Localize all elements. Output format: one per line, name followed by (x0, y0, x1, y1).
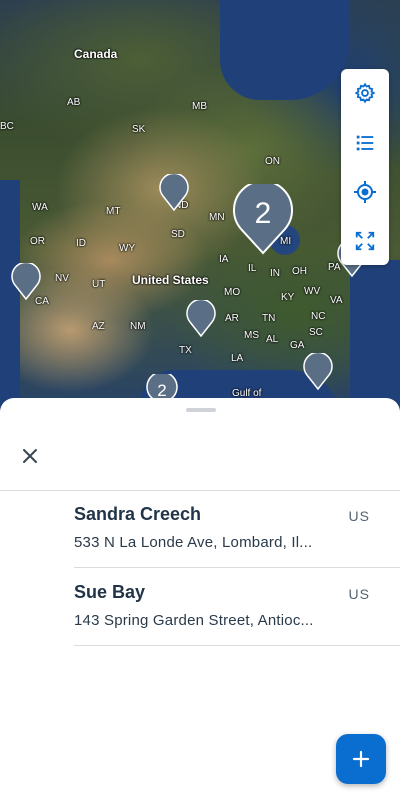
list-button[interactable] (341, 119, 389, 167)
close-icon (23, 449, 37, 463)
atlantic-ocean (350, 260, 400, 420)
drag-handle[interactable] (186, 408, 216, 412)
item-name: Sue Bay (74, 582, 146, 602)
cluster-count: 2 (254, 197, 272, 230)
label-in: IN (270, 268, 280, 279)
list-icon (356, 135, 374, 151)
label-la: LA (231, 353, 244, 364)
label-ia: IA (219, 254, 229, 265)
locate-icon (354, 181, 376, 203)
item-country: US (348, 508, 370, 524)
label-mb: MB (192, 101, 207, 112)
map-pin[interactable] (303, 353, 333, 391)
list-item[interactable]: Sandra Creech 533 N La Londe Ave, Lombar… (74, 490, 400, 568)
close-button[interactable] (18, 444, 42, 468)
hudson-bay (220, 0, 350, 100)
label-ms: MS (244, 330, 259, 341)
item-address: 533 N La Londe Ave, Lombard, Il... (74, 534, 313, 551)
label-mt: MT (106, 206, 121, 217)
label-or: OR (30, 236, 45, 247)
label-az: AZ (92, 321, 105, 332)
locate-button[interactable] (341, 168, 389, 216)
map-pin[interactable] (186, 300, 216, 338)
label-united-states: United States (132, 273, 209, 287)
label-id: ID (76, 238, 86, 249)
item-country: US (348, 586, 370, 602)
map-pin[interactable] (159, 174, 189, 212)
label-nc: NC (311, 311, 326, 322)
plus-icon (352, 750, 370, 768)
item-address: 143 Spring Garden Street, Antioc... (74, 612, 314, 629)
label-ab: AB (67, 97, 81, 108)
map-view[interactable]: Canada United States Gulf of AB MB SK BC… (0, 0, 400, 420)
label-tx: TX (179, 345, 192, 356)
label-mn: MN (209, 212, 225, 223)
label-sk: SK (132, 124, 146, 135)
label-ut: UT (92, 279, 106, 290)
label-wy: WY (119, 243, 136, 254)
label-ar: AR (225, 313, 239, 324)
label-mo: MO (224, 287, 241, 298)
label-oh: OH (292, 266, 307, 277)
label-on: ON (265, 156, 280, 167)
label-tn: TN (262, 313, 276, 324)
label-va: VA (330, 295, 343, 306)
map-pin[interactable] (11, 263, 41, 301)
add-button[interactable] (336, 734, 386, 784)
label-sd: SD (171, 229, 185, 240)
label-nm: NM (130, 321, 146, 332)
label-nv: NV (55, 273, 69, 284)
fit-view-button[interactable] (341, 217, 389, 265)
expand-icon (355, 231, 375, 251)
label-ky: KY (281, 292, 295, 303)
cluster-pin[interactable]: 2 (232, 184, 294, 256)
label-il: IL (248, 263, 257, 274)
item-name: Sandra Creech (74, 504, 202, 524)
label-ga: GA (290, 340, 305, 351)
label-wv: WV (304, 286, 321, 297)
gear-icon (354, 82, 376, 104)
label-sc: SC (309, 327, 323, 338)
label-bc: BC (0, 121, 14, 132)
label-al: AL (266, 334, 279, 345)
map-toolbar (341, 69, 389, 265)
label-wa: WA (32, 202, 48, 213)
item-separator (74, 645, 400, 646)
settings-button[interactable] (341, 69, 389, 117)
list-item[interactable]: Sue Bay 143 Spring Garden Street, Antioc… (74, 568, 400, 646)
label-canada: Canada (74, 47, 118, 61)
